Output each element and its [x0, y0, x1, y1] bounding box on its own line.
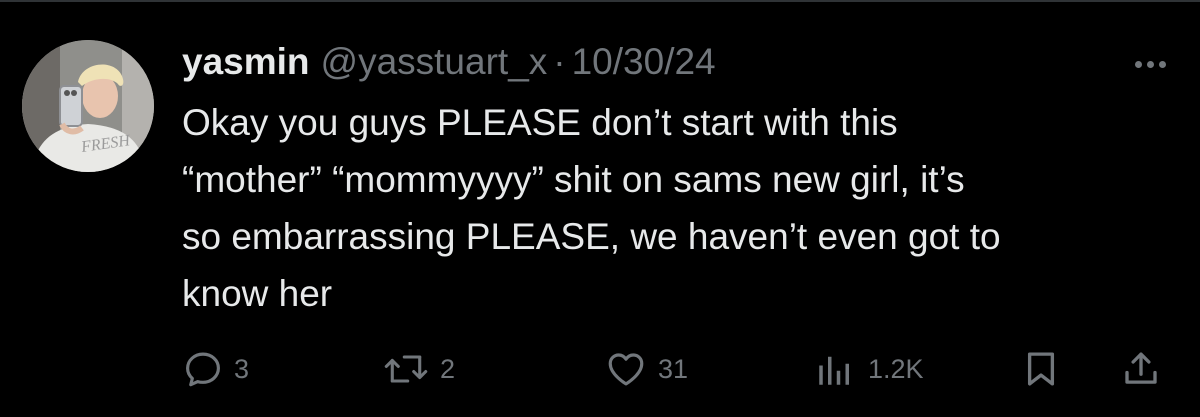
tweet-text: Okay you guys PLEASE don’t start with th… — [182, 94, 1182, 322]
like-count: 31 — [658, 353, 689, 384]
reply-count: 3 — [234, 353, 250, 384]
more-options-icon[interactable] — [1128, 56, 1172, 72]
reply-icon — [186, 352, 220, 387]
bookmark-button[interactable] — [1020, 344, 1062, 394]
reply-button[interactable]: 3 — [182, 344, 249, 394]
user-handle[interactable]: @yasstuart_x — [321, 38, 548, 86]
tweet-text-line: know her — [182, 273, 333, 314]
tweet[interactable]: FRESH yasmin @yasstuart_x · 10/30/24 Oka… — [0, 0, 1200, 417]
avatar[interactable]: FRESH — [22, 40, 154, 172]
more-dot — [1158, 60, 1166, 68]
tweet-text-line: Okay you guys PLEASE don’t start with th… — [182, 102, 898, 143]
tweet-header: yasmin @yasstuart_x · 10/30/24 — [182, 38, 716, 86]
tweet-date[interactable]: 10/30/24 — [572, 38, 716, 86]
views-bar-chart-icon — [819, 356, 849, 385]
views-count: 1.2K — [868, 353, 924, 384]
heart-icon — [608, 353, 644, 386]
share-button[interactable] — [1120, 344, 1162, 394]
more-dot — [1134, 60, 1142, 68]
display-name[interactable]: yasmin — [182, 38, 310, 86]
like-button[interactable]: 31 — [604, 344, 688, 394]
share-icon — [1125, 352, 1157, 384]
retweet-count: 2 — [440, 353, 456, 384]
views-button[interactable]: 1.2K — [812, 344, 924, 394]
avatar-image: FRESH — [22, 40, 154, 172]
tweet-text-line: so embarrassing PLEASE, we haven’t even … — [182, 216, 1001, 257]
more-dot — [1146, 60, 1154, 68]
tweet-text-line: “mother” “mommyyyy” shit on sams new gir… — [182, 159, 965, 200]
retweet-button[interactable]: 2 — [382, 344, 455, 394]
retweet-icon — [384, 355, 428, 383]
header-separator: · — [553, 41, 566, 82]
tweet-actions: 3 2 31 1.2K — [0, 344, 1200, 394]
bookmark-icon — [1027, 352, 1055, 386]
